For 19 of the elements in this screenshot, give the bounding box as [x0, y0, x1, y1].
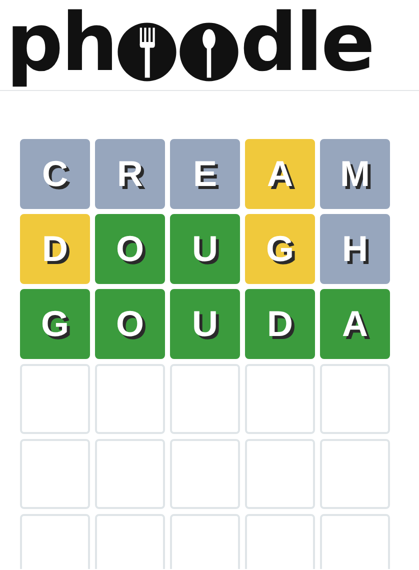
- letter-tile: D: [20, 214, 90, 284]
- letter-tile: U: [170, 289, 240, 359]
- letter-tile: A: [320, 289, 390, 359]
- logo-text: dle: [240, 0, 374, 90]
- letter-tile: H: [320, 214, 390, 284]
- letter-tile: M: [320, 139, 390, 209]
- fork-icon: [117, 22, 178, 82]
- letter-tile: O: [95, 289, 165, 359]
- letter-tile: C: [20, 139, 90, 209]
- logo-text: ph: [6, 0, 116, 90]
- letter-tile: A: [245, 139, 315, 209]
- letter-tile: R: [95, 139, 165, 209]
- letter-tile: E: [170, 139, 240, 209]
- letter-tile: O: [95, 214, 165, 284]
- letter-tile: D: [245, 289, 315, 359]
- letter-tile: G: [20, 289, 90, 359]
- letter-tile: G: [245, 214, 315, 284]
- spoon-icon: [179, 22, 240, 82]
- letter-tile: U: [170, 214, 240, 284]
